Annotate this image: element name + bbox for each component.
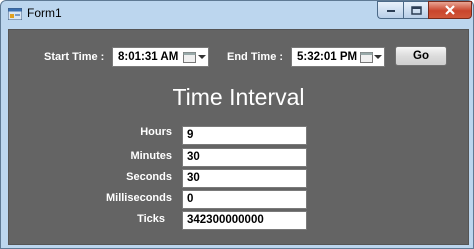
- milliseconds-label: Milliseconds: [105, 192, 172, 204]
- start-time-picker[interactable]: 8:01:31 AM: [112, 47, 209, 67]
- seconds-field[interactable]: 30: [182, 169, 307, 188]
- minimize-icon: [386, 10, 395, 12]
- go-button[interactable]: Go: [395, 46, 447, 66]
- app-icon: [7, 7, 23, 21]
- ticks-label: Ticks: [137, 213, 165, 225]
- close-icon: [445, 5, 455, 15]
- milliseconds-field[interactable]: 0: [182, 190, 307, 209]
- page-title: Time Interval: [172, 84, 305, 110]
- start-time-label: Start Time :: [44, 51, 105, 63]
- app-window: Form1 Start Time : 8:01:31 AM End Time :…: [0, 0, 474, 249]
- hours-label: Hours: [140, 126, 172, 138]
- close-button[interactable]: [428, 1, 472, 19]
- seconds-label: Seconds: [126, 171, 172, 183]
- chevron-down-icon[interactable]: [374, 55, 382, 59]
- hours-field[interactable]: 9: [182, 126, 307, 145]
- start-time-value: 8:01:31 AM: [118, 51, 179, 63]
- window-title: Form1: [27, 6, 62, 20]
- title-bar[interactable]: Form1: [1, 1, 473, 28]
- maximize-button[interactable]: [403, 1, 428, 19]
- calendar-icon: [360, 52, 373, 63]
- end-time-picker[interactable]: 5:32:01 PM: [291, 47, 385, 67]
- minutes-label: Minutes: [130, 150, 172, 162]
- end-time-label: End Time :: [227, 51, 284, 63]
- ticks-field[interactable]: 342300000000: [182, 211, 307, 230]
- chevron-down-icon[interactable]: [198, 55, 206, 59]
- minutes-field[interactable]: 30: [182, 148, 307, 167]
- calendar-icon: [183, 52, 196, 63]
- end-time-value: 5:32:01 PM: [297, 51, 358, 63]
- minimize-button[interactable]: [377, 1, 403, 19]
- maximize-icon: [410, 5, 422, 15]
- form-client-area: Start Time : 8:01:31 AM End Time : 5:32:…: [8, 29, 469, 245]
